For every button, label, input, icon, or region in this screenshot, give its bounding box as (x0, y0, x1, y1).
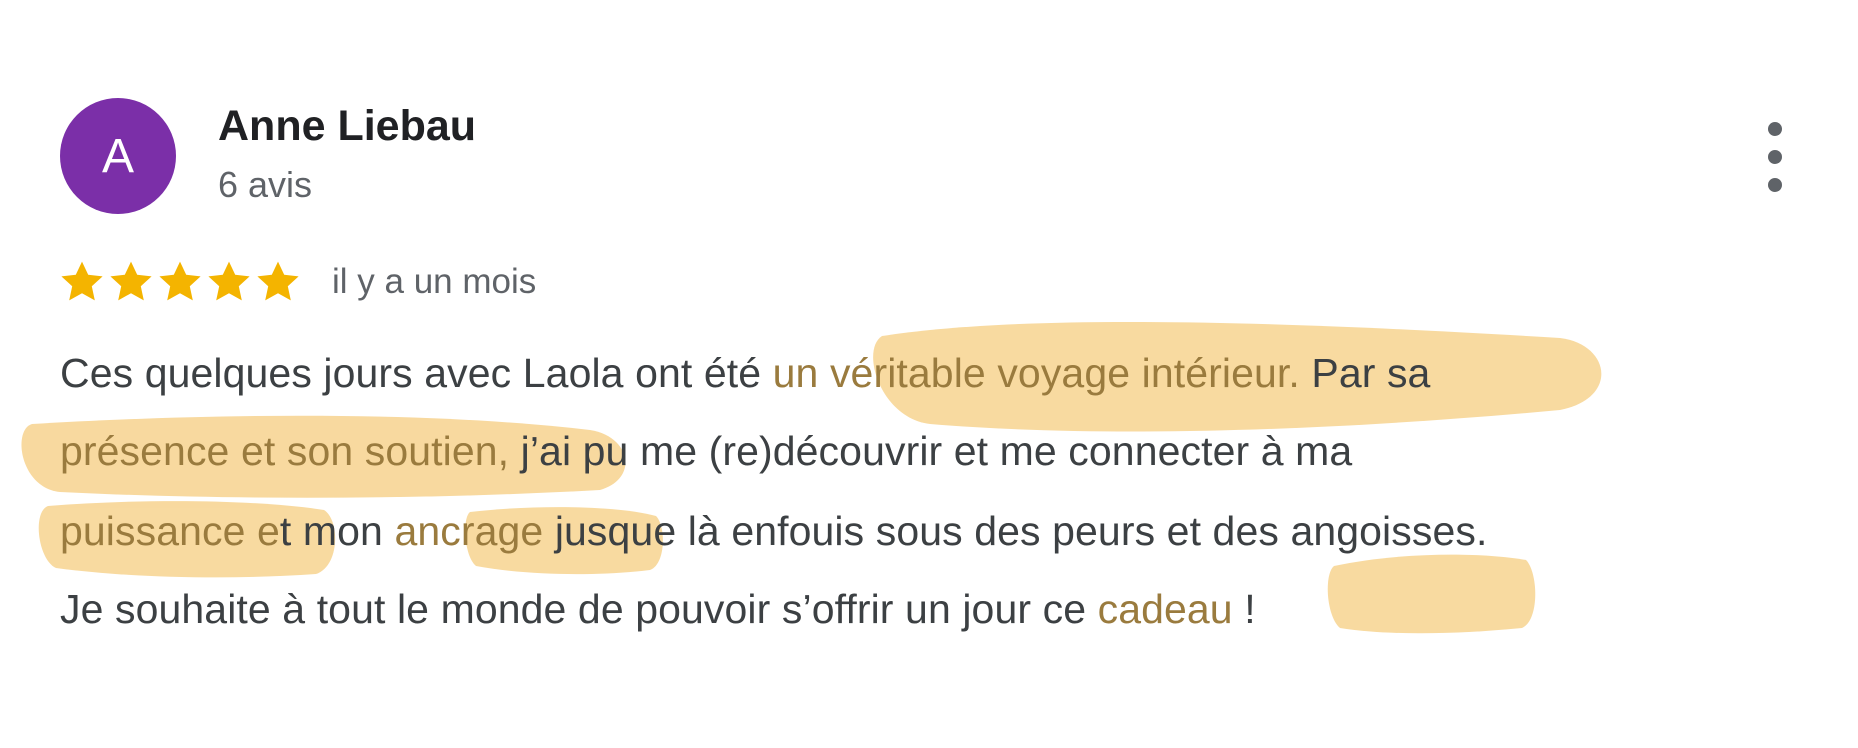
highlight-mark (1327, 554, 1536, 634)
star-icon (159, 261, 201, 301)
review-card: A Anne Liebau 6 avis il y a un mois Ces … (0, 0, 1858, 748)
review-text-segment: j’ai pu me (re)découvrir et me connecter… (509, 428, 1353, 474)
review-text-segment: Ces quelques jours avec Laola ont été (60, 350, 773, 396)
review-text-line: puissance et mon ancrage jusque là enfou… (60, 508, 1487, 555)
star-icon (61, 261, 103, 301)
star-rating (58, 258, 303, 306)
menu-dot (1768, 150, 1782, 164)
review-text-segment: Par sa (1299, 350, 1431, 396)
avatar-letter: A (101, 129, 134, 183)
avatar[interactable]: A (60, 98, 176, 214)
highlighted-text: cadeau (1097, 586, 1233, 632)
menu-dot (1768, 122, 1782, 136)
review-count[interactable]: 6 avis (218, 164, 312, 206)
review-text-segment: ! (1232, 586, 1256, 632)
review-date: il y a un mois (332, 262, 537, 301)
review-text-segment: t mon (279, 508, 395, 554)
highlighted-text: puissance e (60, 508, 280, 554)
review-text-segment: jusque là enfouis sous des peurs et des … (543, 508, 1488, 554)
menu-dot (1768, 178, 1782, 192)
review-text-line: Ces quelques jours avec Laola ont été un… (60, 350, 1430, 397)
review-text-line: Je souhaite à tout le monde de pouvoir s… (60, 586, 1256, 633)
highlighted-text: présence et son soutien, (60, 428, 510, 474)
author-name[interactable]: Anne Liebau (218, 102, 476, 151)
star-icon (110, 261, 152, 301)
review-text-segment: Je souhaite à tout le monde de pouvoir s… (60, 586, 1098, 632)
star-icon (208, 261, 250, 301)
star-icon (257, 261, 299, 301)
review-text-line: présence et son soutien, j’ai pu me (re)… (60, 428, 1352, 475)
highlighted-text: un véritable voyage intérieur. (772, 350, 1300, 396)
more-vertical-icon[interactable] (1760, 122, 1790, 192)
highlighted-text: ancrage (394, 508, 544, 554)
